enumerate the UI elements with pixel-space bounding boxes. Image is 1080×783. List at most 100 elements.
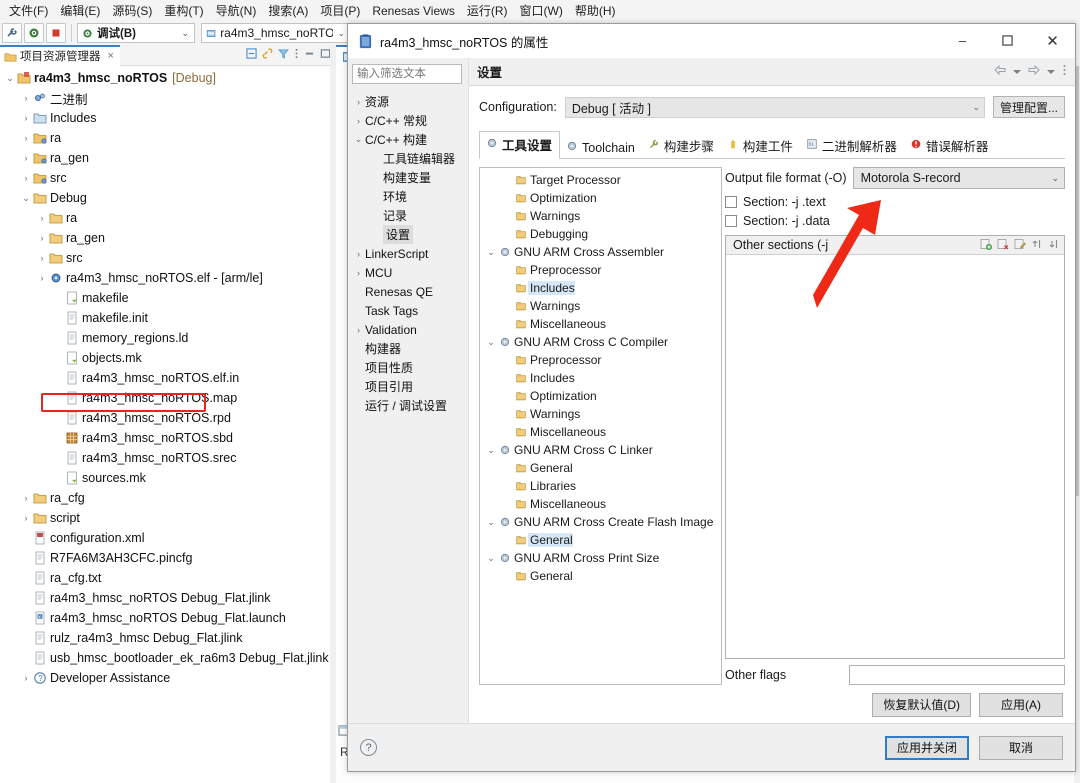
tab-project-explorer[interactable]: 项目资源管理器 × — [0, 44, 120, 66]
tool-tree-row[interactable]: General — [480, 531, 721, 549]
settings-tab[interactable]: 构建步骤 — [642, 133, 721, 159]
configuration-select[interactable]: Debug [ 活动 ] ⌄ — [564, 96, 985, 118]
tool-tree-row[interactable]: ⌄ GNU ARM Cross Print Size — [480, 549, 721, 567]
settings-tab[interactable]: 错误解析器 — [904, 133, 996, 159]
menu-item-0[interactable]: 文件(F) — [3, 0, 54, 21]
tree-row[interactable]: ra4m3_hmsc_noRTOS Debug_Flat.jlink — [0, 588, 330, 608]
tool-tree-row[interactable]: Debugging — [480, 225, 721, 243]
launch-target-combo[interactable]: ra4m3_hmsc_noRTOS ⌄ — [201, 23, 351, 43]
view-menu-icon[interactable] — [1062, 64, 1067, 79]
tree-row[interactable]: x ra4m3_hmsc_noRTOS Debug_Flat.launch — [0, 608, 330, 628]
sash-divider[interactable] — [330, 45, 336, 783]
link-editor-icon[interactable] — [262, 48, 273, 62]
manage-configurations-button[interactable]: 管理配置... — [992, 96, 1065, 118]
chevron-down-icon[interactable]: ⌄ — [352, 134, 365, 145]
chevron-right-icon[interactable]: › — [352, 268, 365, 278]
menu-item-5[interactable]: 搜索(A) — [262, 0, 314, 21]
tree-row[interactable]: makefile — [0, 288, 330, 308]
dialog-nav-item[interactable]: 构建变量 — [352, 168, 464, 187]
close-icon[interactable]: × — [108, 50, 114, 62]
tree-row[interactable]: › ra_gen — [0, 148, 330, 168]
tool-tree-row[interactable]: Warnings — [480, 297, 721, 315]
tree-row[interactable]: ›? Developer Assistance — [0, 668, 330, 688]
tree-row[interactable]: ra4m3_hmsc_noRTOS.elf.in — [0, 368, 330, 388]
back-arrow-icon[interactable] — [994, 64, 1006, 78]
tree-row[interactable]: › src — [0, 168, 330, 188]
chevron-down-icon[interactable]: ⌄ — [4, 73, 16, 84]
tool-tree-row[interactable]: ⌄ GNU ARM Cross C Linker — [480, 441, 721, 459]
wrench-icon[interactable] — [2, 23, 22, 43]
dialog-nav-item[interactable]: 项目性质 — [352, 358, 464, 377]
chevron-down-icon[interactable]: ⌄ — [484, 337, 498, 348]
dialog-nav-item[interactable]: › C/C++ 常规 — [352, 111, 464, 130]
chevron-right-icon[interactable]: › — [36, 233, 48, 243]
dialog-nav-item[interactable]: › LinkerScript — [352, 244, 464, 263]
section-text-row[interactable]: Section: -j .text — [725, 192, 1065, 211]
tool-tree-row[interactable]: Includes — [480, 279, 721, 297]
help-icon[interactable]: ? — [360, 739, 377, 756]
menu-item-1[interactable]: 编辑(E) — [54, 0, 106, 21]
minimize-button[interactable]: – — [940, 24, 985, 57]
dialog-nav-item[interactable]: 记录 — [352, 206, 464, 225]
tree-row[interactable]: makefile.init — [0, 308, 330, 328]
add-icon[interactable] — [980, 238, 992, 253]
menu-item-9[interactable]: 窗口(W) — [514, 0, 569, 21]
debug-config-combo[interactable]: 调试(B) ⌄ — [77, 23, 195, 43]
tree-row[interactable]: › ra — [0, 208, 330, 228]
tool-tree-row[interactable]: Miscellaneous — [480, 423, 721, 441]
chevron-right-icon[interactable]: › — [20, 93, 32, 103]
chevron-right-icon[interactable]: › — [20, 493, 32, 503]
tree-row[interactable]: R7FA6M3AH3CFC.pincfg — [0, 548, 330, 568]
dialog-nav-item[interactable]: › 资源 — [352, 92, 464, 111]
filter-icon[interactable] — [278, 48, 289, 62]
tree-row[interactable]: › src — [0, 248, 330, 268]
forward-arrow-icon[interactable] — [1028, 64, 1040, 78]
settings-tabstrip[interactable]: 工具设置 Toolchain 构建步骤 构建工件 01 二进制解析器 错误解析器 — [479, 130, 1065, 159]
menu-item-2[interactable]: 源码(S) — [106, 0, 158, 21]
filter-input[interactable] — [352, 64, 462, 84]
tool-tree-row[interactable]: Optimization — [480, 189, 721, 207]
chevron-right-icon[interactable]: › — [20, 513, 32, 523]
dialog-nav-item[interactable]: 环境 — [352, 187, 464, 206]
chevron-right-icon[interactable]: › — [352, 116, 365, 126]
dialog-nav-item[interactable]: Task Tags — [352, 301, 464, 320]
tree-row[interactable]: › ra4m3_hmsc_noRTOS.elf - [arm/le] — [0, 268, 330, 288]
chevron-right-icon[interactable]: › — [36, 213, 48, 223]
tree-row[interactable]: configuration.xml — [0, 528, 330, 548]
tool-tree-row[interactable]: Target Processor — [480, 171, 721, 189]
dialog-nav-item[interactable]: 运行 / 调试设置 — [352, 396, 464, 415]
tool-tree-row[interactable]: Libraries — [480, 477, 721, 495]
tool-tree-row[interactable]: Preprocessor — [480, 351, 721, 369]
tree-row[interactable]: › ra_cfg — [0, 488, 330, 508]
section-text-checkbox[interactable] — [725, 195, 737, 208]
chevron-right-icon[interactable]: › — [352, 249, 365, 259]
view-menu-icon[interactable] — [294, 48, 299, 62]
settings-tab[interactable]: 构建工件 — [721, 133, 800, 159]
dialog-nav-item[interactable]: › Validation — [352, 320, 464, 339]
tree-row[interactable]: objects.mk — [0, 348, 330, 368]
settings-tab[interactable]: 工具设置 — [479, 131, 561, 159]
collapse-all-icon[interactable] — [246, 48, 257, 62]
tool-tree-row[interactable]: Miscellaneous — [480, 495, 721, 513]
tool-tree-row[interactable]: General — [480, 567, 721, 585]
tool-tree-row[interactable]: Includes — [480, 369, 721, 387]
chevron-right-icon[interactable]: › — [352, 325, 365, 335]
back-dropdown-icon[interactable] — [1013, 66, 1021, 78]
tree-row[interactable]: ⌄ Debug — [0, 188, 330, 208]
tool-tree-row[interactable]: General — [480, 459, 721, 477]
tree-row[interactable]: › ra — [0, 128, 330, 148]
chevron-right-icon[interactable]: › — [20, 673, 32, 683]
tree-row[interactable]: ra4m3_hmsc_noRTOS.srec — [0, 448, 330, 468]
dialog-nav-item[interactable]: › MCU — [352, 263, 464, 282]
tool-tree-row[interactable]: Warnings — [480, 405, 721, 423]
chevron-down-icon[interactable]: ⌄ — [484, 517, 498, 528]
build-icon[interactable] — [24, 23, 44, 43]
tool-tree-row[interactable]: Optimization — [480, 387, 721, 405]
tree-row[interactable]: ra4m3_hmsc_noRTOS.rpd — [0, 408, 330, 428]
dialog-nav-item[interactable]: 项目引用 — [352, 377, 464, 396]
maximize-button[interactable] — [985, 24, 1030, 57]
tree-row[interactable]: › script — [0, 508, 330, 528]
tree-row[interactable]: › ra_gen — [0, 228, 330, 248]
tool-tree-row[interactable]: Miscellaneous — [480, 315, 721, 333]
tree-row[interactable]: › 二进制 — [0, 88, 330, 108]
